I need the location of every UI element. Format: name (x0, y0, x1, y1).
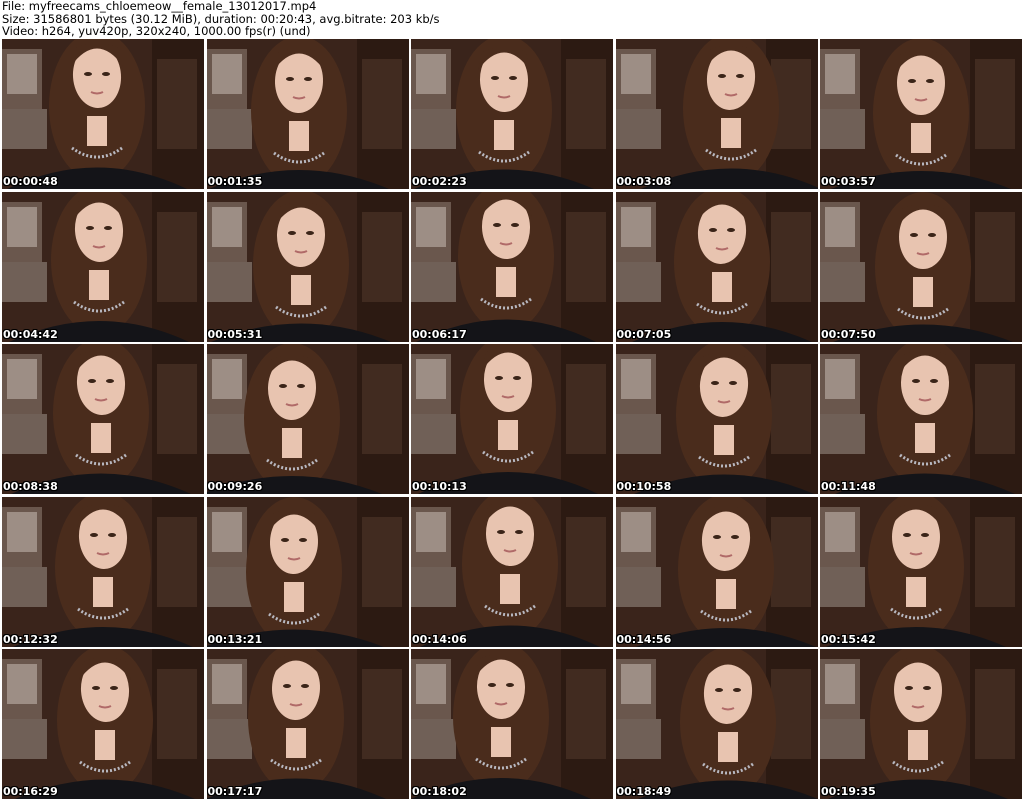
frame-image (411, 191, 613, 342)
video-frame-thumbnail: 00:17:17 (206, 649, 409, 799)
video-info-line: Video: h264, yuv420p, 320x240, 1000.00 f… (2, 24, 311, 38)
video-frame-thumbnail: 00:07:05 (615, 191, 818, 342)
video-frame-thumbnail: 00:03:57 (820, 39, 1022, 189)
frame-image (820, 649, 1022, 799)
frame-timestamp: 00:13:21 (207, 632, 263, 646)
frame-timestamp: 00:01:35 (207, 175, 263, 188)
frame-timestamp: 00:12:32 (3, 632, 58, 646)
video-frame-thumbnail: 00:08:38 (2, 344, 204, 494)
frame-image (820, 191, 1022, 342)
frame-image (206, 344, 409, 494)
frame-timestamp: 00:06:17 (412, 327, 467, 341)
frame-image (820, 344, 1022, 494)
frame-timestamp: 00:03:57 (821, 175, 876, 188)
frame-image (615, 344, 818, 494)
frame-image (2, 191, 204, 342)
frame-timestamp: 00:14:06 (412, 632, 467, 646)
video-frame-thumbnail: 00:19:35 (820, 649, 1022, 799)
video-frame-thumbnail: 00:14:06 (411, 496, 613, 647)
frame-timestamp: 00:16:29 (3, 785, 58, 798)
frame-image (615, 191, 818, 342)
video-frame-thumbnail: 00:10:58 (615, 344, 818, 494)
frame-image (411, 649, 613, 799)
video-frame-thumbnail: 00:11:48 (820, 344, 1022, 494)
video-frame-thumbnail: 00:01:35 (206, 39, 409, 189)
frame-image (206, 649, 409, 799)
frame-image (615, 496, 818, 647)
frame-image (820, 496, 1022, 647)
frame-timestamp: 00:11:48 (821, 480, 876, 493)
frame-image (206, 496, 409, 647)
frame-timestamp: 00:03:08 (616, 175, 672, 188)
frame-timestamp: 00:18:49 (616, 785, 672, 798)
frame-image (820, 39, 1022, 189)
frame-timestamp: 00:07:05 (616, 327, 672, 341)
video-frame-thumbnail: 00:05:31 (206, 191, 409, 342)
frame-timestamp: 00:18:02 (412, 785, 467, 798)
frame-timestamp: 00:10:58 (616, 480, 672, 493)
video-frame-thumbnail: 00:04:42 (2, 191, 204, 342)
video-frame-thumbnail: 00:14:56 (615, 496, 818, 647)
frame-timestamp: 00:00:48 (3, 175, 58, 188)
file-info-header: File: myfreecams_chloemeow__female_13012… (2, 0, 1020, 38)
frame-image (206, 39, 409, 189)
frame-image (411, 39, 613, 189)
frame-timestamp: 00:10:13 (412, 480, 467, 493)
video-frame-thumbnail: 00:18:49 (615, 649, 818, 799)
file-name-line: File: myfreecams_chloemeow__female_13012… (2, 0, 317, 13)
thumbnail-grid: 00:00:48 00:01:35 00:02:23 00:03:08 00:03:57… (2, 39, 1022, 799)
video-frame-thumbnail: 00:07:50 (820, 191, 1022, 342)
frame-timestamp: 00:08:38 (3, 480, 58, 493)
video-frame-thumbnail: 00:10:13 (411, 344, 613, 494)
frame-image (2, 39, 204, 189)
frame-image (206, 191, 409, 342)
frame-timestamp: 00:15:42 (821, 632, 876, 646)
frame-timestamp: 00:07:50 (821, 327, 876, 341)
frame-timestamp: 00:19:35 (821, 785, 876, 798)
frame-timestamp: 00:14:56 (616, 632, 672, 646)
video-frame-thumbnail: 00:18:02 (411, 649, 613, 799)
video-frame-thumbnail: 00:12:32 (2, 496, 204, 647)
frame-timestamp: 00:17:17 (207, 785, 263, 798)
video-frame-thumbnail: 00:02:23 (411, 39, 613, 189)
video-frame-thumbnail: 00:09:26 (206, 344, 409, 494)
video-frame-thumbnail: 00:06:17 (411, 191, 613, 342)
video-frame-thumbnail: 00:13:21 (206, 496, 409, 647)
frame-timestamp: 00:02:23 (412, 175, 467, 188)
frame-image (615, 649, 818, 799)
video-frame-thumbnail: 00:03:08 (615, 39, 818, 189)
frame-image (411, 344, 613, 494)
frame-image (411, 496, 613, 647)
frame-image (2, 649, 204, 799)
frame-image (2, 496, 204, 647)
video-frame-thumbnail: 00:16:29 (2, 649, 204, 799)
video-frame-thumbnail: 00:00:48 (2, 39, 204, 189)
frame-timestamp: 00:04:42 (3, 327, 58, 341)
frame-timestamp: 00:09:26 (207, 480, 263, 493)
frame-image (615, 39, 818, 189)
video-frame-thumbnail: 00:15:42 (820, 496, 1022, 647)
frame-timestamp: 00:05:31 (207, 327, 263, 341)
frame-image (2, 344, 204, 494)
